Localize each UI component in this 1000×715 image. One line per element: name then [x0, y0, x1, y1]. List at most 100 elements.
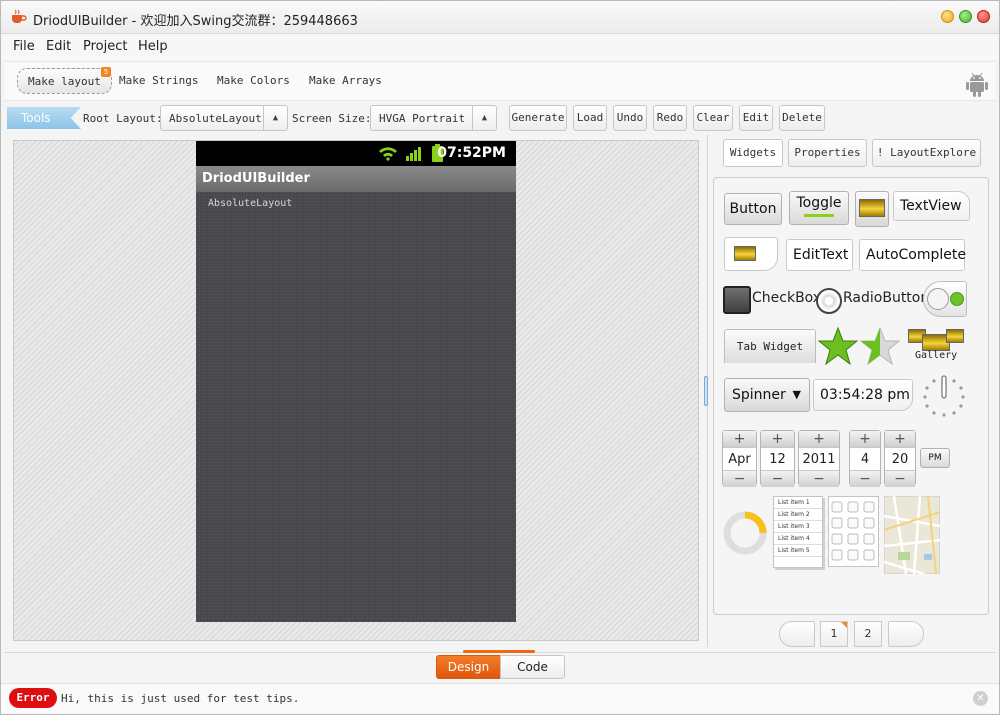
- close-window-button[interactable]: [977, 10, 990, 23]
- picker-value: 20: [885, 447, 915, 471]
- widget-listview[interactable]: List item 1 List item 2 List item 3 List…: [773, 496, 823, 568]
- dropdown-arrow-icon: ▼: [792, 388, 801, 401]
- picker-value: 2011: [799, 447, 839, 471]
- list-item: List item 4: [774, 533, 822, 545]
- plus-icon[interactable]: +: [850, 431, 880, 447]
- ampm-button[interactable]: PM: [920, 448, 950, 468]
- widget-palette: Button Toggle TextView EditText AutoComp…: [713, 177, 989, 615]
- tools-tab[interactable]: Tools: [7, 107, 81, 129]
- minus-icon[interactable]: −: [799, 471, 839, 487]
- app-window: DriodUIBuilder - 欢迎加入Swing交流群：259448663 …: [0, 0, 1000, 715]
- tab-widgets[interactable]: Widgets: [723, 139, 783, 167]
- tab-layout-explore[interactable]: ! LayoutExplore: [872, 139, 981, 167]
- time-picker-hour[interactable]: + 4 −: [849, 430, 881, 487]
- menu-help[interactable]: Help: [138, 39, 168, 54]
- widget-gallery-label: Gallery: [915, 350, 958, 361]
- close-tip-icon[interactable]: ✕: [973, 691, 988, 706]
- widget-spinner[interactable]: Spinner ▼: [724, 378, 810, 412]
- widget-imagebutton[interactable]: [855, 191, 889, 227]
- menu-edit[interactable]: Edit: [46, 39, 71, 54]
- phone-app-bar: DriodUIBuilder: [196, 166, 516, 192]
- widget-toggle-label: Toggle: [796, 195, 842, 211]
- widget-analog-clock-icon[interactable]: [920, 374, 968, 418]
- widget-mapview-icon[interactable]: [884, 496, 940, 574]
- tab-make-strings[interactable]: Make Strings: [119, 74, 198, 87]
- image-icon: [859, 199, 885, 217]
- widget-textview[interactable]: TextView: [893, 191, 970, 221]
- root-layout-select[interactable]: AbsoluteLayout ▲: [160, 105, 288, 131]
- current-page-corner-icon: [841, 622, 847, 628]
- updown-arrow-icon: ▲: [472, 106, 496, 130]
- redo-button[interactable]: Redo: [653, 105, 687, 131]
- root-layout-label: Root Layout:: [83, 112, 163, 125]
- splitter-grip[interactable]: [704, 376, 708, 406]
- maximize-button[interactable]: [959, 10, 972, 23]
- signal-icon: [406, 147, 421, 161]
- minimize-button[interactable]: [941, 10, 954, 23]
- tools-row: Tools Root Layout: AbsoluteLayout ▲ Scre…: [5, 103, 995, 133]
- collapse-handle[interactable]: [463, 650, 535, 653]
- load-button[interactable]: Load: [573, 105, 607, 131]
- window-title: DriodUIBuilder - 欢迎加入Swing交流群：259448663: [33, 14, 358, 29]
- code-tab[interactable]: Code: [500, 655, 565, 679]
- tab-make-colors[interactable]: Make Colors: [217, 74, 290, 87]
- plus-icon[interactable]: +: [723, 431, 756, 447]
- date-picker-day[interactable]: + 12 −: [760, 430, 795, 487]
- checkbox-icon[interactable]: [723, 286, 751, 314]
- widget-radiobutton[interactable]: RadioButton: [843, 290, 929, 306]
- edit-button[interactable]: Edit: [739, 105, 773, 131]
- widget-edittext[interactable]: EditText: [786, 239, 853, 271]
- date-picker-year[interactable]: + 2011 −: [798, 430, 840, 487]
- html5-badge-icon: 5: [101, 67, 111, 77]
- page-2-button[interactable]: 2: [854, 621, 882, 647]
- phone-app-title: DriodUIBuilder: [202, 171, 310, 186]
- clear-button[interactable]: Clear: [693, 105, 733, 131]
- screen-size-select[interactable]: HVGA Portrait ▲: [370, 105, 497, 131]
- widget-checkbox[interactable]: CheckBox: [752, 290, 821, 306]
- widget-button[interactable]: Button: [724, 193, 782, 225]
- plus-icon[interactable]: +: [885, 431, 915, 447]
- plus-icon[interactable]: +: [761, 431, 794, 447]
- widget-autocomplete[interactable]: AutoComplete: [859, 239, 966, 271]
- list-item: List item 3: [774, 521, 822, 533]
- minus-icon[interactable]: −: [850, 471, 880, 487]
- spinner-label: Spinner: [732, 387, 786, 403]
- widget-ratingbar[interactable]: [818, 326, 902, 366]
- android-icon[interactable]: [963, 70, 991, 98]
- design-canvas[interactable]: 07:52PM DriodUIBuilder AbsoluteLayout: [13, 140, 699, 641]
- widget-gallery[interactable]: [908, 329, 966, 351]
- make-toolbar: Make layout 5 Make Strings Make Colors M…: [5, 61, 995, 101]
- undo-button[interactable]: Undo: [613, 105, 647, 131]
- screen-size-label: Screen Size:: [292, 112, 372, 125]
- updown-arrow-icon: ▲: [263, 106, 287, 130]
- minus-icon[interactable]: −: [723, 471, 756, 487]
- tab-make-layout[interactable]: Make layout: [17, 68, 112, 94]
- widget-toggle[interactable]: Toggle: [789, 191, 849, 225]
- tab-properties[interactable]: Properties: [788, 139, 867, 167]
- list-item: List item 5: [774, 545, 822, 557]
- widget-tab-widget[interactable]: Tab Widget: [724, 329, 816, 363]
- status-bar: Error Hi, this is just used for test tip…: [1, 683, 999, 713]
- menu-project[interactable]: Project: [83, 39, 127, 54]
- next-page-button[interactable]: [888, 621, 924, 647]
- delete-button[interactable]: Delete: [779, 105, 825, 131]
- widget-gridview-icon[interactable]: [828, 496, 880, 568]
- switch-on-dot-icon: [950, 292, 964, 306]
- design-tab[interactable]: Design: [436, 655, 501, 679]
- error-badge: Error: [9, 688, 57, 708]
- minus-icon[interactable]: −: [761, 471, 794, 487]
- phone-screen[interactable]: 07:52PM DriodUIBuilder AbsoluteLayout: [196, 141, 516, 622]
- date-picker-month[interactable]: + Apr −: [722, 430, 757, 487]
- time-picker-minute[interactable]: + 20 −: [884, 430, 916, 487]
- menu-file[interactable]: File: [13, 39, 35, 54]
- tab-make-arrays[interactable]: Make Arrays: [309, 74, 382, 87]
- widget-imageview[interactable]: [724, 237, 778, 271]
- generate-button[interactable]: Generate: [509, 105, 567, 131]
- prev-page-button[interactable]: [779, 621, 815, 647]
- widget-switch[interactable]: [923, 281, 967, 317]
- widget-digital-clock[interactable]: 03:54:28 pm: [813, 379, 913, 411]
- radio-icon[interactable]: [816, 288, 842, 314]
- widget-progress-spinner-icon[interactable]: [722, 510, 768, 556]
- plus-icon[interactable]: +: [799, 431, 839, 447]
- minus-icon[interactable]: −: [885, 471, 915, 487]
